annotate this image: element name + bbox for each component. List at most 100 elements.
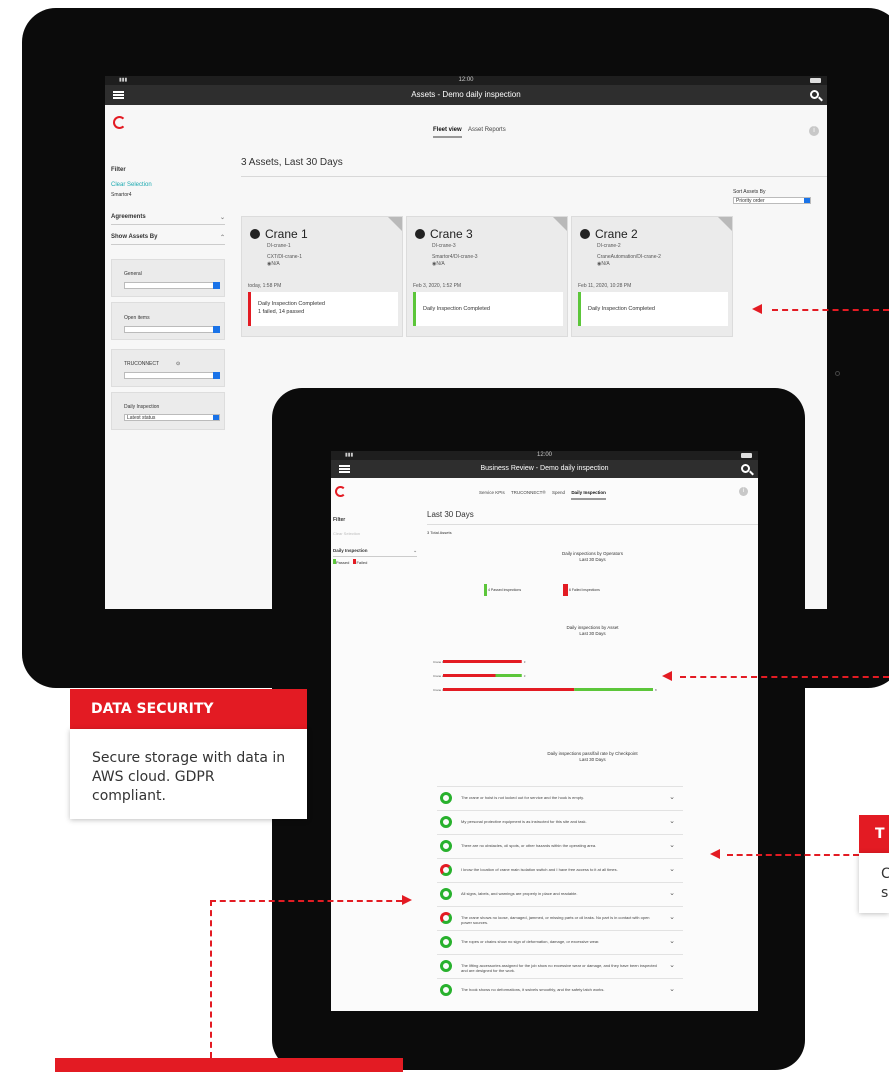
status-time: 12:00 — [458, 77, 474, 83]
daily-inspection-filter-label: Daily Inspection — [333, 548, 368, 553]
show-assets-by-header[interactable]: Show Assets By ⌃ — [111, 234, 225, 245]
asset-bar-total: 3 — [524, 674, 526, 678]
chevron-down-icon[interactable]: ⌄ — [669, 961, 675, 969]
checkpoint-row[interactable]: The lifting accessories assigned for the… — [437, 954, 683, 977]
filter-legend: Passed Failed — [333, 559, 367, 565]
asset-id: DI-crane-3 — [432, 243, 456, 249]
search-icon[interactable] — [810, 90, 819, 99]
brand-logo — [335, 486, 346, 497]
asset-id: DI-crane-2 — [597, 243, 621, 249]
tab-spend[interactable]: Spend — [552, 490, 565, 495]
checkpoint-row[interactable]: There are no obstacles, oil spots, or ot… — [437, 834, 683, 857]
checkpoint-row[interactable]: The crane or hoist is not locked out for… — [437, 786, 683, 809]
asset-bar-passed[interactable] — [574, 688, 653, 691]
front-tablet-screen: ▮▮▮ 12:00 Business Review - Demo daily i… — [331, 451, 758, 1011]
pass-rate-ring-icon — [440, 984, 452, 996]
tab-daily-inspection[interactable]: Daily Inspection — [571, 490, 606, 500]
checkpoint-row[interactable]: I know the location of crane main isolat… — [437, 858, 683, 881]
tab-truconnect[interactable]: TRUCONNECT® — [511, 490, 546, 495]
pass-rate-ring-icon — [440, 864, 452, 876]
checkpoint-row[interactable]: The crane shows no loose, damaged, jamme… — [437, 906, 683, 929]
chevron-down-icon[interactable]: ⌄ — [669, 985, 675, 993]
failed-legend-label[interactable]: Failed — [356, 560, 367, 565]
chevron-down-icon[interactable]: ⌄ — [669, 841, 675, 849]
checkpoint-text: The hook shows no deformations, it swive… — [461, 987, 605, 992]
status-bar: ▮▮▮ 12:00 — [105, 76, 827, 85]
truconnect-select[interactable] — [124, 372, 220, 379]
chevron-down-icon[interactable]: ⌄ — [669, 889, 675, 897]
app-bar: Business Review - Demo daily inspection — [331, 460, 758, 478]
card-corner-fold — [388, 217, 402, 231]
asset-bar-passed[interactable] — [495, 674, 522, 677]
asset-bar-failed[interactable] — [443, 674, 496, 677]
inspection-status: Daily Inspection Completed — [258, 301, 325, 307]
asset-chart-title: Daily inspections by Asset Last 30 Days — [427, 625, 758, 637]
pass-rate-ring-icon — [440, 912, 452, 924]
agreements-label: Agreements — [111, 214, 146, 220]
clear-selection-link[interactable]: Clear Selection — [333, 531, 360, 536]
open-items-label: Open items — [124, 315, 150, 321]
show-assets-by-label: Show Assets By — [111, 234, 158, 240]
info-icon[interactable]: i — [739, 487, 748, 496]
menu-icon[interactable] — [113, 91, 124, 99]
chevron-down-icon[interactable]: ⌄ — [669, 793, 675, 801]
asset-location: ◉N/A — [432, 261, 445, 267]
tab-asset-reports[interactable]: Asset Reports — [468, 127, 506, 133]
tab-service-kpis[interactable]: Service KPIs — [479, 490, 505, 495]
asset-path: Smartor4/DI-crane-3 — [432, 254, 478, 260]
asset-card[interactable]: Crane 2 DI-crane-2 CraneAutomation/DI-cr… — [571, 216, 733, 337]
total-assets: 3 Total Assets — [427, 530, 452, 535]
tab-fleet-view[interactable]: Fleet view — [433, 127, 462, 138]
app-bar: Assets - Demo daily inspection — [105, 85, 827, 105]
heading-divider — [241, 176, 827, 177]
asset-location-text: N/A — [271, 261, 280, 267]
open-items-select[interactable] — [124, 326, 220, 333]
failed-count: 6 — [568, 587, 571, 592]
card-corner-fold — [718, 217, 732, 231]
chevron-down-icon: ⌄ — [219, 215, 225, 221]
info-icon[interactable]: i — [809, 126, 819, 136]
asset-card[interactable]: Crane 3 DI-crane-3 Smartor4/DI-crane-3 ◉… — [406, 216, 568, 337]
chevron-down-icon[interactable]: ⌄ — [669, 937, 675, 945]
open-items-control: Open items — [111, 302, 225, 340]
checkpoint-text: The lifting accessories assigned for the… — [461, 963, 657, 973]
daily-inspection-select[interactable]: Latest status — [124, 414, 220, 421]
search-icon[interactable] — [741, 464, 750, 473]
general-select[interactable] — [124, 282, 220, 289]
asset-bar-failed[interactable] — [443, 688, 575, 691]
chevron-down-icon[interactable]: ⌄ — [669, 865, 675, 873]
checkpoint-row[interactable]: My personal protective equipment is as i… — [437, 810, 683, 833]
asset-card[interactable]: Crane 1 DI-crane-1 CXT/DI-crane-1 ◉N/A t… — [241, 216, 403, 337]
passed-legend-label[interactable]: Passed — [336, 560, 349, 565]
arrow-left-icon — [752, 304, 762, 314]
passed-bar-swatch — [484, 584, 487, 596]
menu-icon[interactable] — [339, 465, 350, 473]
daily-inspection-filter-header[interactable]: Daily Inspection ⌄ — [333, 548, 417, 557]
card-corner-fold — [553, 217, 567, 231]
arrow-left-icon — [710, 849, 720, 859]
checkpoint-row[interactable]: The hook shows no deformations, it swive… — [437, 978, 683, 1001]
asset-bar-label: Crane 3 — [433, 688, 444, 692]
sort-select[interactable]: Priority order — [733, 197, 811, 204]
chevron-down-icon[interactable]: ⌄ — [669, 913, 675, 921]
sort-label: Sort Assets By — [733, 189, 766, 195]
battery-icon — [741, 453, 752, 458]
checkpoint-row[interactable]: The ropes or chains show no sign of defo… — [437, 930, 683, 953]
inspection-date: today, 1:58 PM — [248, 283, 282, 289]
callout-line-chart — [680, 676, 889, 678]
chevron-down-icon[interactable]: ⌄ — [669, 817, 675, 825]
callout-card-fragment: C s — [859, 853, 889, 913]
asset-location-text: N/A — [601, 261, 610, 267]
agreements-header[interactable]: Agreements ⌄ — [111, 214, 225, 225]
checkpoint-row[interactable]: All signs, labels, and warnings are prop… — [437, 882, 683, 905]
brand-logo — [113, 116, 126, 129]
page-heading: Last 30 Days — [427, 510, 474, 519]
status-bar: ▮▮▮ 12:00 — [331, 451, 758, 460]
gear-icon — [250, 229, 260, 239]
asset-bar-failed[interactable] — [443, 660, 522, 663]
pass-rate-ring-icon — [440, 936, 452, 948]
asset-bar-label: Crane 1 — [433, 660, 444, 664]
truconnect-label: TRUCONNECT — [124, 361, 159, 367]
clear-selection-link[interactable]: Clear Selection — [111, 182, 152, 188]
asset-bar-label: Crane 2 — [433, 674, 444, 678]
